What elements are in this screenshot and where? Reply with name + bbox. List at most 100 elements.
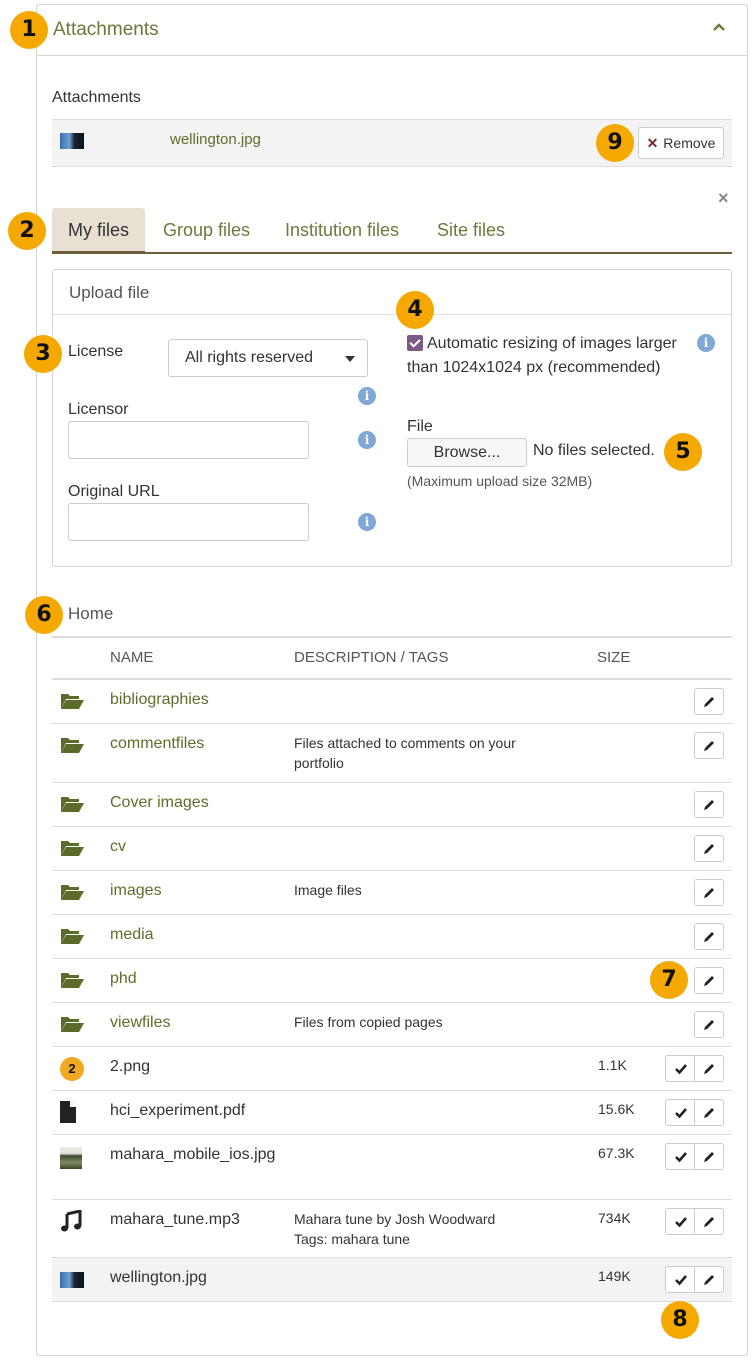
edit-button[interactable] xyxy=(694,1011,724,1038)
file-name-link[interactable]: 2.png xyxy=(110,1055,280,1079)
table-row[interactable]: mahara_mobile_ios.jpg 67.3K xyxy=(52,1135,732,1200)
edit-button[interactable] xyxy=(694,1099,724,1126)
image-thumbnail-icon xyxy=(60,133,84,149)
chevron-up-icon[interactable] xyxy=(711,19,727,35)
edit-button[interactable] xyxy=(694,688,724,715)
select-button[interactable] xyxy=(665,1208,695,1235)
file-name-link[interactable]: media xyxy=(110,923,280,947)
callout-badge: 4 xyxy=(396,291,434,329)
tab-institution-files[interactable]: Institution files xyxy=(269,208,415,252)
file-description: Image files xyxy=(294,882,362,898)
folder-open-icon xyxy=(61,738,84,753)
file-name-link[interactable]: phd xyxy=(110,967,280,991)
table-row[interactable]: bibliographies xyxy=(52,680,732,724)
edit-button[interactable] xyxy=(694,1208,724,1235)
folder-open-icon xyxy=(61,694,84,709)
folder-open-icon xyxy=(61,973,84,988)
table-row[interactable]: hci_experiment.pdf 15.6K xyxy=(52,1091,732,1135)
resize-label: Automatic resizing of images larger than… xyxy=(407,335,677,376)
remove-button[interactable]: ✕ Remove xyxy=(638,127,724,159)
table-row[interactable]: commentfiles Files attached to comments o… xyxy=(52,724,732,783)
edit-button[interactable] xyxy=(694,835,724,862)
table-row[interactable]: media xyxy=(52,915,732,959)
file-name-link[interactable]: images xyxy=(110,879,280,903)
select-button[interactable] xyxy=(665,1055,695,1082)
table-row[interactable]: viewfiles Files from copied pages xyxy=(52,1003,732,1047)
table-row[interactable]: cv xyxy=(52,827,732,871)
file-name-link[interactable]: commentfiles xyxy=(110,732,280,756)
file-name-link[interactable]: mahara_tune.mp3 xyxy=(110,1208,280,1232)
file-name-link[interactable]: viewfiles xyxy=(110,1011,280,1035)
file-name-link[interactable]: bibliographies xyxy=(110,688,280,712)
attached-file-link[interactable]: wellington.jpg xyxy=(170,131,261,148)
tab-my-files[interactable]: My files xyxy=(52,208,146,254)
license-select[interactable]: All rights reserved xyxy=(168,339,368,377)
callout-badge: 7 xyxy=(650,961,688,999)
edit-button[interactable] xyxy=(694,879,724,906)
select-button[interactable] xyxy=(665,1143,695,1170)
table-row[interactable]: Cover images xyxy=(52,783,732,827)
tab-group-files[interactable]: Group files xyxy=(147,208,266,252)
pencil-icon xyxy=(704,696,714,707)
table-row[interactable]: mahara_tune.mp3 Mahara tune by Josh Woodw… xyxy=(52,1200,732,1258)
check-icon xyxy=(674,1107,687,1118)
info-icon[interactable]: i xyxy=(697,334,715,352)
pencil-icon xyxy=(704,799,714,810)
file-label: File xyxy=(407,418,433,435)
resize-checkbox[interactable] xyxy=(407,335,423,351)
edit-button[interactable] xyxy=(694,1143,724,1170)
panel-header[interactable]: Attachments xyxy=(37,5,747,56)
table-row[interactable]: 2 2.png 1.1K xyxy=(52,1047,732,1091)
select-button[interactable] xyxy=(665,1099,695,1126)
divider xyxy=(52,636,732,638)
column-header-description: DESCRIPTION / TAGS xyxy=(294,649,449,666)
check-icon xyxy=(674,1216,687,1227)
pencil-icon xyxy=(704,1107,714,1118)
edit-button[interactable] xyxy=(694,923,724,950)
edit-button[interactable] xyxy=(694,732,724,759)
original-url-input[interactable] xyxy=(68,503,309,541)
browse-button[interactable]: Browse... xyxy=(407,438,527,467)
tab-site-files[interactable]: Site files xyxy=(421,208,521,252)
image-thumbnail-icon xyxy=(60,1272,84,1288)
file-document-icon xyxy=(60,1101,76,1123)
pencil-icon xyxy=(704,1151,714,1162)
edit-button[interactable] xyxy=(694,1055,724,1082)
folder-open-icon xyxy=(61,929,84,944)
file-name-link[interactable]: wellington.jpg xyxy=(110,1266,280,1290)
table-row[interactable]: phd xyxy=(52,959,732,1003)
callout-badge: 2 xyxy=(8,212,46,250)
file-size: 15.6K xyxy=(598,1101,635,1117)
info-icon[interactable]: i xyxy=(358,513,376,531)
pencil-icon xyxy=(704,931,714,942)
table-row[interactable]: wellington.jpg 149K xyxy=(52,1258,732,1302)
callout-badge: 9 xyxy=(596,124,634,162)
select-button[interactable] xyxy=(665,1266,695,1293)
music-note-icon xyxy=(61,1210,82,1232)
callout-badge: 5 xyxy=(664,433,702,471)
licensor-input[interactable] xyxy=(68,421,309,459)
file-size: 149K xyxy=(598,1268,631,1284)
licensor-label: Licensor xyxy=(68,401,129,418)
close-file-browser-icon[interactable]: × xyxy=(718,188,729,209)
pencil-icon xyxy=(704,1019,714,1030)
folder-open-icon xyxy=(61,841,84,856)
callout-badge: 8 xyxy=(661,1301,699,1339)
folder-breadcrumb[interactable]: Home xyxy=(68,604,113,624)
no-files-text: No files selected. xyxy=(533,442,655,459)
file-name-link[interactable]: cv xyxy=(110,835,280,859)
edit-button[interactable] xyxy=(694,967,724,994)
pencil-icon xyxy=(704,843,714,854)
edit-button[interactable] xyxy=(694,791,724,818)
upload-heading: Upload file xyxy=(53,270,731,315)
file-name-link[interactable]: hci_experiment.pdf xyxy=(110,1099,280,1123)
pencil-icon xyxy=(704,1063,714,1074)
file-name-link[interactable]: Cover images xyxy=(110,791,280,815)
table-row[interactable]: images Image files xyxy=(52,871,732,915)
file-name-link[interactable]: mahara_mobile_ios.jpg xyxy=(110,1143,280,1167)
info-icon[interactable]: i xyxy=(358,431,376,449)
pencil-icon xyxy=(704,1274,714,1285)
edit-button[interactable] xyxy=(694,1266,724,1293)
info-icon[interactable]: i xyxy=(358,387,376,405)
close-icon: ✕ xyxy=(646,134,659,151)
